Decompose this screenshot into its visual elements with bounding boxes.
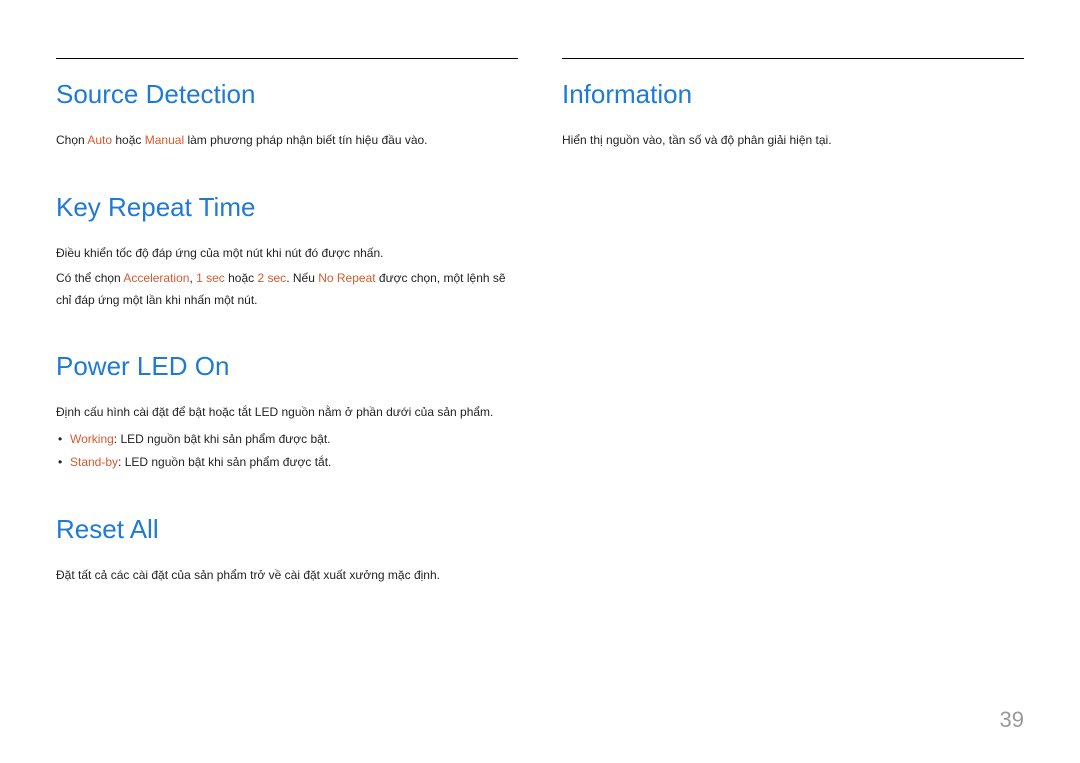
section-heading: Source Detection [56, 79, 518, 110]
body-text: Đặt tất cả các cài đặt của sản phẩm trở … [56, 565, 518, 587]
body-text: Chọn Auto hoặc Manual làm phương pháp nh… [56, 130, 518, 152]
body-text-part: làm phương pháp nhận biết tín hiệu đầu v… [184, 133, 427, 147]
section-heading: Information [562, 79, 1024, 110]
body-text: Điều khiển tốc độ đáp ứng của một nút kh… [56, 243, 518, 312]
body-text-part: Đặt tất cả các cài đặt của sản phẩm trở … [56, 568, 440, 582]
section: Key Repeat Time Điều khiển tốc độ đáp ứng… [56, 192, 518, 312]
content-columns: Source Detection Chọn Auto hoặc Manual là… [56, 58, 1024, 626]
highlight-text: Stand-by [70, 455, 118, 469]
section: Source Detection Chọn Auto hoặc Manual là… [56, 79, 518, 152]
paragraph: Đặt tất cả các cài đặt của sản phẩm trở … [56, 565, 518, 587]
body-text: Hiển thị nguồn vào, tần số và độ phân gi… [562, 130, 1024, 152]
body-text: Định cấu hình cài đặt để bật hoặc tắt LE… [56, 402, 518, 424]
bullet-list: Working: LED nguồn bật khi sản phẩm được… [56, 428, 518, 474]
body-text-part: hoặc [225, 271, 258, 285]
bullet-item: Stand-by: LED nguồn bật khi sản phẩm đượ… [56, 451, 518, 474]
body-text-part: Chọn [56, 133, 87, 147]
highlight-text: Acceleration [123, 271, 189, 285]
body-text-part: Định cấu hình cài đặt để bật hoặc tắt LE… [56, 405, 493, 419]
paragraph: Có thể chọn Acceleration, 1 sec hoặc 2 s… [56, 268, 518, 311]
body-text-part: hoặc [112, 133, 145, 147]
section-heading: Reset All [56, 514, 518, 545]
body-text-part: : LED nguồn bật khi sản phẩm được bật. [114, 432, 331, 446]
highlight-text: Manual [145, 133, 184, 147]
page-number: 39 [1000, 707, 1024, 733]
divider-left [56, 58, 518, 59]
section-heading: Power LED On [56, 351, 518, 382]
section: Information Hiển thị nguồn vào, tần số và… [562, 79, 1024, 152]
body-text-part: Có thể chọn [56, 271, 123, 285]
body-text-part: Hiển thị nguồn vào, tần số và độ phân gi… [562, 133, 832, 147]
highlight-text: Auto [87, 133, 112, 147]
highlight-text: Working [70, 432, 114, 446]
paragraph: Chọn Auto hoặc Manual làm phương pháp nh… [56, 130, 518, 152]
divider-right [562, 58, 1024, 59]
bullet-item: Working: LED nguồn bật khi sản phẩm được… [56, 428, 518, 451]
highlight-text: No Repeat [318, 271, 375, 285]
body-text-part: . Nếu [286, 271, 318, 285]
highlight-text: 2 sec [258, 271, 287, 285]
highlight-text: 1 sec [196, 271, 225, 285]
paragraph: Điều khiển tốc độ đáp ứng của một nút kh… [56, 243, 518, 265]
left-column: Source Detection Chọn Auto hoặc Manual là… [56, 58, 518, 626]
section-heading: Key Repeat Time [56, 192, 518, 223]
body-text-part: : LED nguồn bật khi sản phẩm được tắt. [118, 455, 331, 469]
paragraph: Định cấu hình cài đặt để bật hoặc tắt LE… [56, 402, 518, 424]
paragraph: Hiển thị nguồn vào, tần số và độ phân gi… [562, 130, 1024, 152]
body-text-part: Điều khiển tốc độ đáp ứng của một nút kh… [56, 246, 383, 260]
section: Power LED On Định cấu hình cài đặt để bật… [56, 351, 518, 473]
section: Reset All Đặt tất cả các cài đặt của sản … [56, 514, 518, 587]
right-column: Information Hiển thị nguồn vào, tần số và… [562, 58, 1024, 626]
